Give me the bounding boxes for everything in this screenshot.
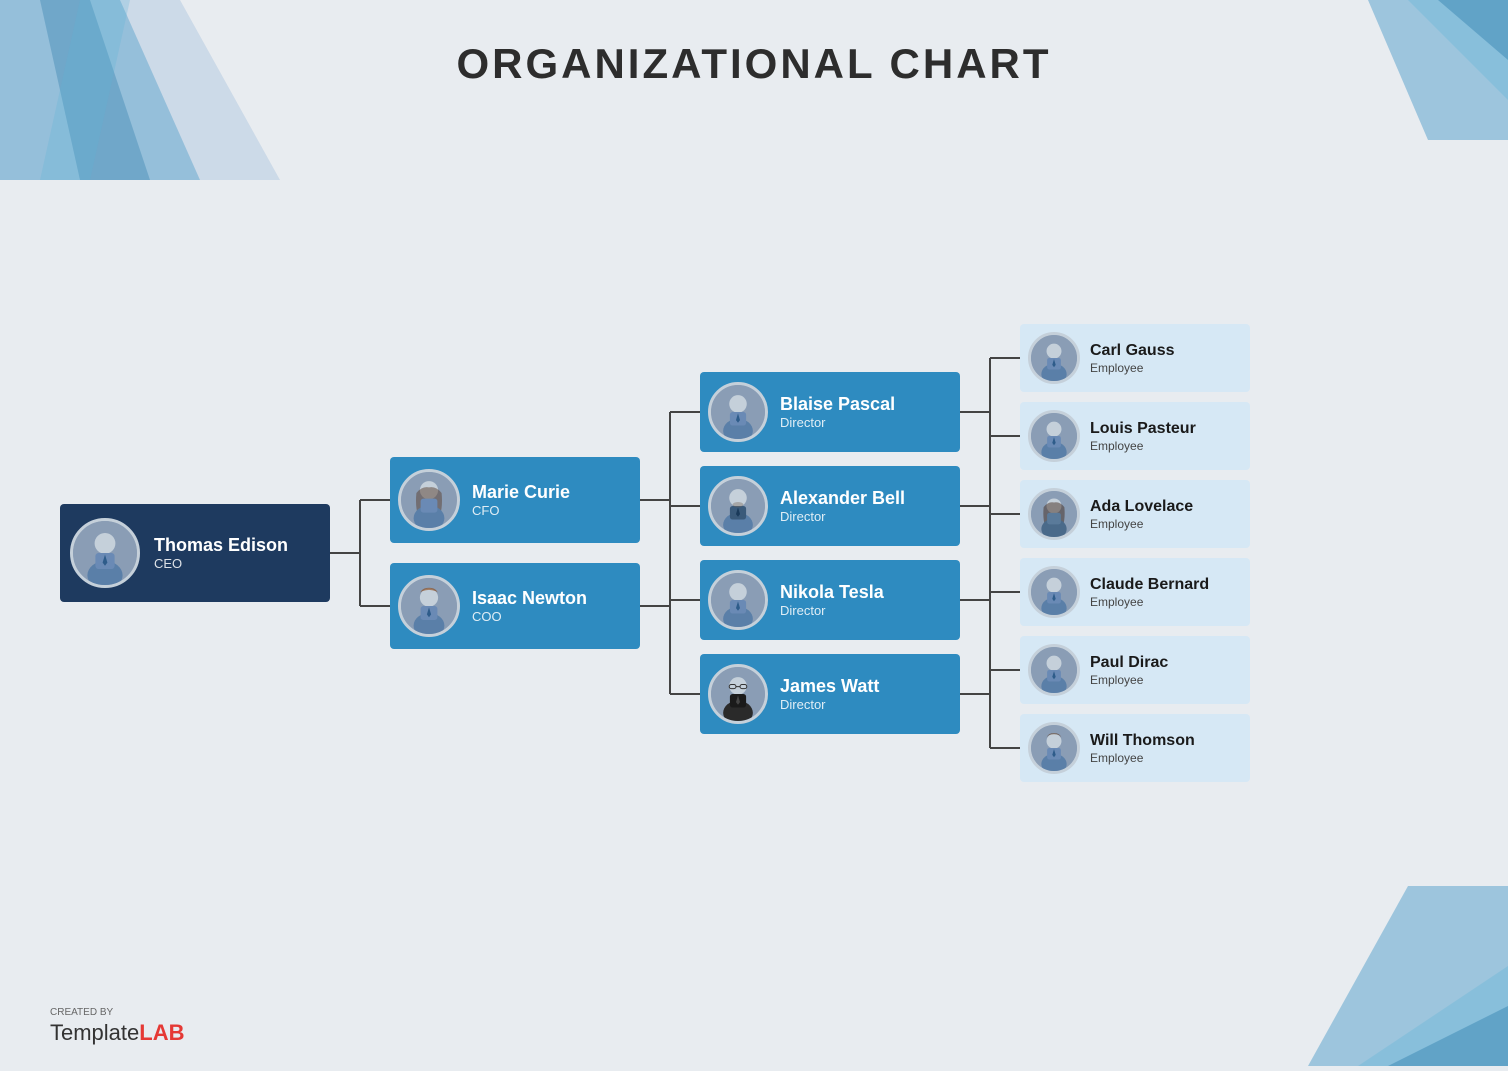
director-watt: James Watt Director	[700, 654, 960, 734]
pasteur-text: Louis Pasteur Employee	[1090, 419, 1196, 452]
coo-avatar	[398, 575, 460, 637]
directors-column: Blaise Pascal Director	[700, 372, 960, 734]
footer-content: CREATED BY TemplateLAB	[50, 1008, 185, 1046]
director-pascal: Blaise Pascal Director	[700, 372, 960, 452]
footer-brand-bold: LAB	[139, 1020, 184, 1045]
bernard-role: Employee	[1090, 595, 1209, 609]
chart-wrapper: Thomas Edison CEO	[40, 120, 1468, 986]
emp-lovelace: Ada Lovelace Employee	[1020, 480, 1250, 548]
watt-name: James Watt	[780, 676, 879, 698]
emp-bernard: Claude Bernard Employee	[1020, 558, 1250, 626]
bell-text: Alexander Bell Director	[780, 488, 905, 525]
emp-dirac: Paul Dirac Employee	[1020, 636, 1250, 704]
pasteur-role: Employee	[1090, 439, 1196, 453]
bell-avatar	[708, 476, 768, 536]
watt-avatar	[708, 664, 768, 724]
thomson-avatar	[1028, 722, 1080, 774]
lovelace-text: Ada Lovelace Employee	[1090, 497, 1193, 530]
gauss-text: Carl Gauss Employee	[1090, 341, 1174, 374]
coo-name: Isaac Newton	[472, 588, 587, 610]
footer-logo: TemplateLAB	[50, 1020, 185, 1045]
tesla-name: Nikola Tesla	[780, 582, 884, 604]
director-tesla: Nikola Tesla Director	[700, 560, 960, 640]
thomson-text: Will Thomson Employee	[1090, 731, 1195, 764]
dirac-avatar	[1028, 644, 1080, 696]
emp-gauss: Carl Gauss Employee	[1020, 324, 1250, 392]
footer: CREATED BY TemplateLAB	[50, 1008, 185, 1046]
gauss-avatar	[1028, 332, 1080, 384]
bernard-name: Claude Bernard	[1090, 575, 1209, 594]
lovelace-name: Ada Lovelace	[1090, 497, 1193, 516]
dirac-name: Paul Dirac	[1090, 653, 1168, 672]
ceo-column: Thomas Edison CEO	[60, 504, 330, 602]
pascal-text: Blaise Pascal Director	[780, 394, 895, 431]
cfo-avatar	[398, 469, 460, 531]
l2-column: Marie Curie CFO	[390, 457, 640, 649]
cfo-text: Marie Curie CFO	[472, 482, 570, 519]
dirac-role: Employee	[1090, 673, 1168, 687]
chart-area: Thomas Edison CEO	[40, 120, 1468, 986]
bell-name: Alexander Bell	[780, 488, 905, 510]
footer-created-by: CREATED BY	[50, 1008, 185, 1018]
bernard-text: Claude Bernard Employee	[1090, 575, 1209, 608]
tesla-text: Nikola Tesla Director	[780, 582, 884, 619]
thomson-role: Employee	[1090, 751, 1195, 765]
lovelace-role: Employee	[1090, 517, 1193, 531]
ceo-avatar	[70, 518, 140, 588]
page-title: ORGANIZATIONAL CHART	[0, 40, 1508, 88]
ceo-role: CEO	[154, 556, 288, 571]
coo-text: Isaac Newton COO	[472, 588, 587, 625]
tesla-role: Director	[780, 603, 884, 618]
watt-role: Director	[780, 697, 879, 712]
coo-role: COO	[472, 609, 587, 624]
pasteur-name: Louis Pasteur	[1090, 419, 1196, 438]
dirac-text: Paul Dirac Employee	[1090, 653, 1168, 686]
tesla-avatar	[708, 570, 768, 630]
ceo-card: Thomas Edison CEO	[60, 504, 330, 602]
cfo-role: CFO	[472, 503, 570, 518]
pascal-avatar	[708, 382, 768, 442]
ceo-name: Thomas Edison	[154, 535, 288, 557]
bell-role: Director	[780, 509, 905, 524]
footer-brand-light: Template	[50, 1020, 139, 1045]
emp-thomson: Will Thomson Employee	[1020, 714, 1250, 782]
watt-text: James Watt Director	[780, 676, 879, 713]
lovelace-avatar	[1028, 488, 1080, 540]
pasteur-avatar	[1028, 410, 1080, 462]
director-bell: Alexander Bell Director	[700, 466, 960, 546]
pascal-name: Blaise Pascal	[780, 394, 895, 416]
employees-column: Carl Gauss Employee Louis Pasteur	[1020, 324, 1250, 782]
ceo-text: Thomas Edison CEO	[154, 535, 288, 572]
bernard-avatar	[1028, 566, 1080, 618]
l2-card-cfo: Marie Curie CFO	[390, 457, 640, 543]
gauss-name: Carl Gauss	[1090, 341, 1174, 360]
l2-card-coo: Isaac Newton COO	[390, 563, 640, 649]
emp-pasteur: Louis Pasteur Employee	[1020, 402, 1250, 470]
gauss-role: Employee	[1090, 361, 1174, 375]
cfo-name: Marie Curie	[472, 482, 570, 504]
thomson-name: Will Thomson	[1090, 731, 1195, 750]
pascal-role: Director	[780, 415, 895, 430]
